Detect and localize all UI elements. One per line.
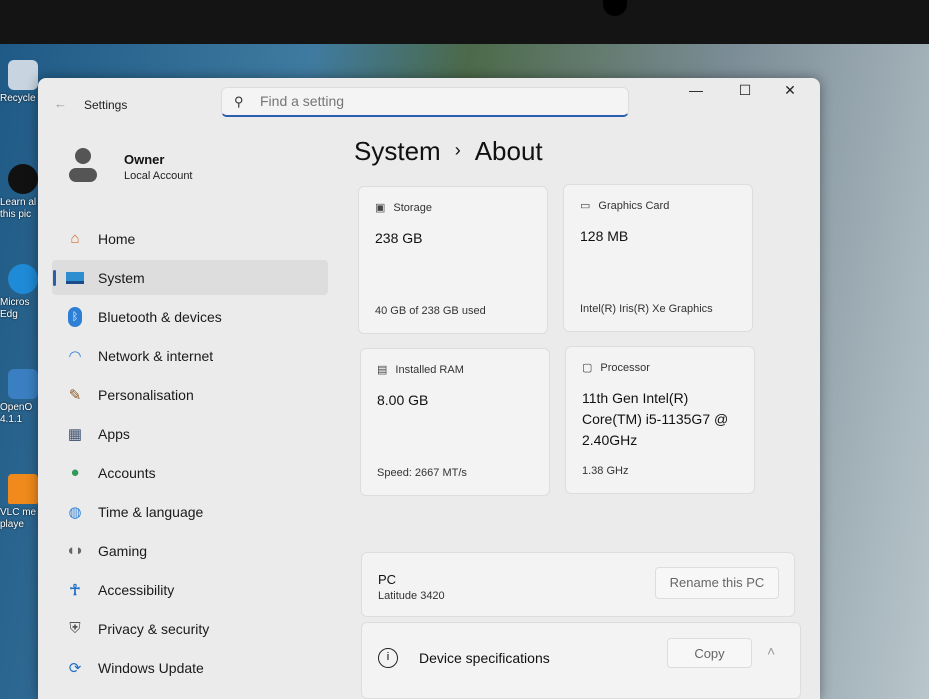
avatar[interactable] [66,148,100,188]
screen-bezel [0,0,929,44]
account-type: Local Account [124,170,193,182]
search-icon: ⚲ [234,94,244,109]
settings-window: ← Settings ⚲ — ☐ ✕ Owner Local Account ⌂… [38,78,820,699]
brush-icon: ✎ [68,386,82,404]
sidebar-nav: ⌂ Home System ᛒ Bluetooth & devices ◠ Netwo… [52,221,328,689]
copy-button[interactable]: Copy [667,638,752,668]
sidebar-item-apps[interactable]: ▦ Apps [52,416,328,451]
desktop-icon-learn-about-picture[interactable]: Learn al this pic [0,164,40,221]
ram-speed: Speed: 2667 MT/s [377,467,467,479]
bluetooth-icon: ᛒ [64,306,86,327]
sidebar-item-accessibility[interactable]: ☥ Accessibility [52,572,328,607]
storage-card[interactable]: ▣ Storage 238 GB 40 GB of 238 GB used [358,186,548,334]
accessibility-icon: ☥ [69,581,81,599]
processor-speed: 1.38 GHz [582,465,629,477]
ram-card[interactable]: ▤ Installed RAM 8.00 GB Speed: 2667 MT/s [360,348,550,496]
info-icon: i [378,648,398,668]
graphics-card[interactable]: ▭ Graphics Card 128 MB Intel(R) Iris(R) X… [563,184,753,332]
graphics-value: 128 MB [580,228,629,244]
sidebar-item-network[interactable]: ◠ Network & internet [52,338,328,373]
breadcrumb-system[interactable]: System [354,136,441,166]
pc-model: Latitude 3420 [378,590,445,602]
webcam [603,0,627,16]
storage-usage: 40 GB of 238 GB used [375,305,486,317]
storage-value: 238 GB [375,230,423,246]
accounts-icon: ● [70,464,80,481]
sidebar-item-windows-update[interactable]: ⟳ Windows Update [52,650,328,685]
ram-icon: ▤ [377,364,388,376]
sidebar-item-gaming[interactable]: ◖◗ Gaming [52,533,328,568]
processor-card[interactable]: ▢ Processor 11th Gen Intel(R) Core(TM) i5… [565,346,755,494]
system-icon [64,268,86,288]
processor-icon: ▢ [582,362,593,374]
home-icon: ⌂ [70,230,80,247]
ram-value: 8.00 GB [377,392,429,408]
desktop-icon-edge[interactable]: Micros Edg [0,264,40,321]
pc-label: PC [378,572,397,587]
graphics-card-icon: ▭ [580,200,591,212]
window-title: Settings [84,98,128,112]
sidebar-item-time-language[interactable]: ◍ Time & language [52,494,328,529]
graphics-name: Intel(R) Iris(R) Xe Graphics [580,303,713,315]
sidebar-item-accounts[interactable]: ● Accounts [52,455,328,490]
update-icon: ⟳ [68,659,82,677]
processor-value: 11th Gen Intel(R) Core(TM) i5-1135G7 @ 2… [582,390,729,448]
pc-name-row: PC Latitude 3420 Rename this PC [361,552,795,617]
maximize-button[interactable]: ☐ [730,82,760,99]
sidebar-item-privacy[interactable]: ⛨ Privacy & security [52,611,328,646]
close-button[interactable]: ✕ [775,82,805,99]
sidebar-item-personalisation[interactable]: ✎ Personalisation [52,377,328,412]
gamepad-icon: ◖◗ [65,542,85,559]
globe-clock-icon: ◍ [68,503,82,521]
storage-icon: ▣ [375,202,386,214]
search-box[interactable]: ⚲ [221,87,629,117]
desktop-icon-recycle-bin[interactable]: Recycle [0,60,40,105]
device-specifications-row[interactable]: i Device specifications Copy ˄ [361,622,801,699]
rename-pc-button[interactable]: Rename this PC [655,567,779,599]
sidebar-item-home[interactable]: ⌂ Home [52,221,328,256]
desktop-icon-vlc[interactable]: VLC me playe [0,474,40,531]
sidebar-item-system[interactable]: System [52,260,328,295]
chevron-up-icon[interactable]: ˄ [767,643,775,659]
apps-icon: ▦ [67,425,83,443]
chevron-right-icon: › [454,140,461,160]
specs-label: Device specifications [419,650,550,666]
back-arrow-icon[interactable]: ← [54,96,67,111]
search-input[interactable] [260,93,610,109]
wifi-icon: ◠ [68,347,82,365]
minimize-button[interactable]: — [681,82,711,98]
page-title: About [474,136,543,166]
user-name: Owner [124,152,165,167]
shield-icon: ⛨ [69,620,81,637]
breadcrumb: System › About [354,136,543,167]
desktop-icon-openoffice[interactable]: OpenO 4.1.1 [0,369,40,426]
sidebar-item-bluetooth[interactable]: ᛒ Bluetooth & devices [52,299,328,334]
